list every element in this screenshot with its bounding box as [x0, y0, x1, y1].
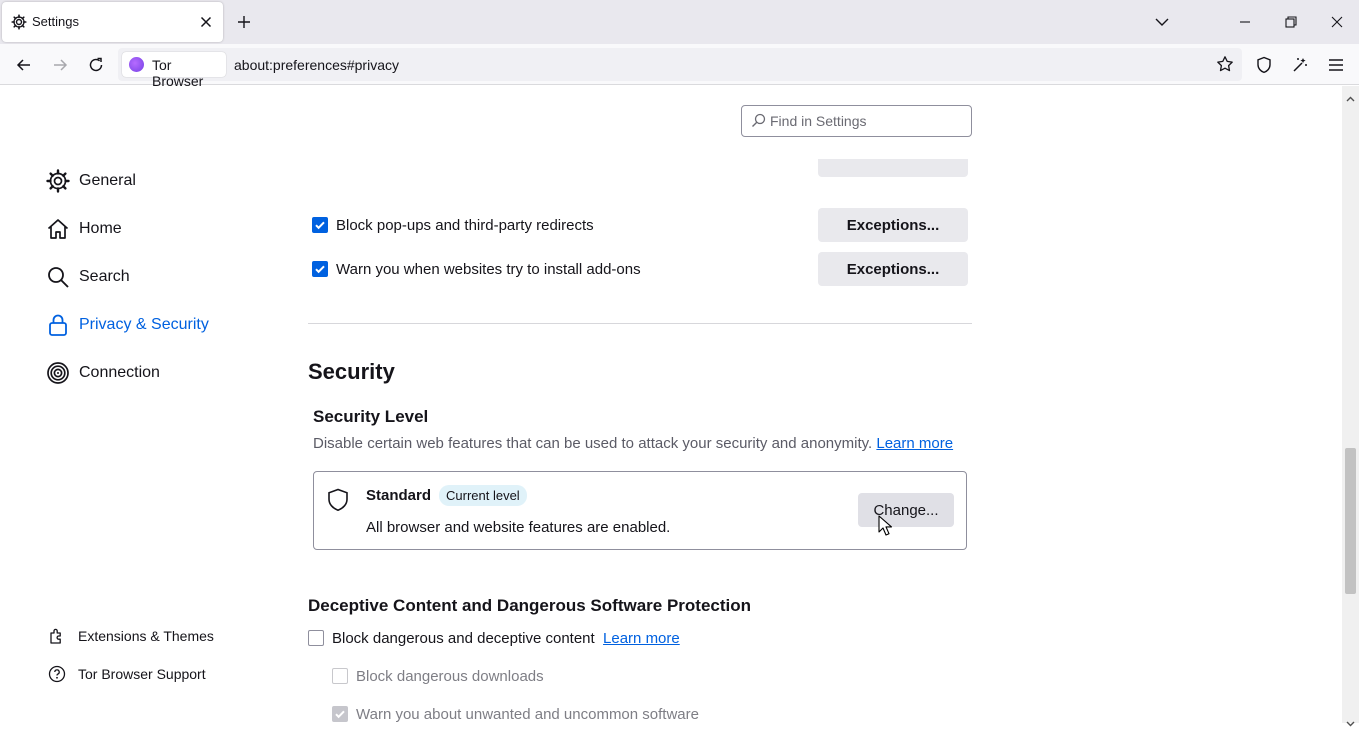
reload-icon[interactable] [83, 52, 109, 78]
new-tab-icon[interactable] [233, 11, 255, 33]
shield-icon[interactable] [1251, 52, 1277, 78]
change-security-level-button[interactable]: Change... [858, 493, 954, 527]
search-icon [45, 264, 71, 290]
sidebar-item-privacy-security[interactable]: Privacy & Security [45, 309, 209, 341]
url-bar[interactable]: Tor Browser about:preferences#privacy [118, 48, 1242, 89]
block-downloads-checkbox[interactable] [332, 668, 348, 684]
block-popups-label: Block pop-ups and third-party redirects [336, 217, 594, 234]
warn-unwanted-checkbox[interactable] [332, 706, 348, 722]
warn-addons-checkbox[interactable] [312, 261, 328, 277]
back-arrow-icon[interactable] [11, 52, 37, 78]
security-heading: Security [308, 359, 395, 384]
sidebar-item-label: Privacy & Security [79, 316, 209, 333]
identity-label: Tor Browser [152, 57, 204, 89]
lock-icon [45, 312, 71, 338]
current-level-badge: Current level [439, 485, 527, 506]
tor-logo-icon [129, 57, 144, 72]
security-level-name: Standard [366, 487, 432, 504]
deceptive-learn-more-link[interactable]: Learn more [603, 630, 680, 647]
sidebar-item-label: Search [79, 268, 130, 285]
warn-addons-label: Warn you when websites try to install ad… [336, 261, 641, 278]
find-in-settings[interactable] [741, 105, 972, 137]
forward-arrow-icon[interactable] [47, 52, 73, 78]
close-window-icon[interactable] [1323, 8, 1351, 36]
deceptive-heading: Deceptive Content and Dangerous Software… [308, 596, 752, 615]
support-label: Tor Browser Support [78, 666, 206, 682]
addon-exceptions-button[interactable]: Exceptions... [818, 252, 968, 286]
shield-icon [327, 488, 349, 517]
puzzle-icon [48, 627, 66, 645]
sidebar-footer-support[interactable]: Tor Browser Support [45, 662, 206, 686]
security-learn-more-link[interactable]: Learn more [876, 435, 953, 452]
sidebar-item-label: Home [79, 220, 122, 237]
help-icon [48, 665, 66, 683]
sidebar-item-label: General [79, 172, 136, 189]
search-input[interactable] [770, 111, 966, 131]
home-icon [45, 216, 71, 242]
page-scrollbar[interactable] [1342, 86, 1359, 727]
list-all-tabs-icon[interactable] [1148, 8, 1176, 36]
sidebar-footer-extensions[interactable]: Extensions & Themes [45, 624, 214, 648]
block-popups-checkbox[interactable] [312, 217, 328, 233]
security-level-description: Disable certain web features that can be… [313, 435, 953, 452]
identity-box[interactable]: Tor Browser [122, 52, 226, 89]
scroll-up-arrow-icon[interactable] [1346, 89, 1355, 107]
tab-title: Settings [32, 14, 79, 29]
sidebar-item-search[interactable]: Search [45, 261, 130, 293]
gear-icon [45, 168, 71, 194]
scroll-clip [0, 146, 1342, 159]
mouse-cursor-icon [878, 515, 893, 541]
menu-hamburger-icon[interactable] [1323, 52, 1349, 78]
security-level-card: Standard Current level All browser and w… [313, 471, 967, 550]
bookmark-star-icon[interactable] [1212, 51, 1238, 77]
scrollbar-thumb[interactable] [1345, 448, 1356, 594]
sidebar-item-general[interactable]: General [45, 165, 136, 197]
sidebar-item-home[interactable]: Home [45, 213, 122, 245]
extensions-themes-label: Extensions & Themes [78, 628, 214, 644]
tab-strip: Settings [0, 0, 1359, 44]
restore-icon[interactable] [1277, 8, 1305, 36]
search-icon [751, 113, 766, 133]
close-tab-icon[interactable] [195, 11, 217, 33]
settings-page: General Home Search Privacy & Security C… [0, 86, 1342, 723]
navigation-toolbar: Tor Browser about:preferences#privacy [0, 44, 1359, 89]
warn-unwanted-label: Warn you about unwanted and uncommon sof… [356, 706, 699, 723]
sidebar-item-label: Connection [79, 364, 160, 381]
block-dangerous-checkbox[interactable] [308, 630, 324, 646]
popup-exceptions-button[interactable]: Exceptions... [818, 208, 968, 242]
block-dangerous-label: Block dangerous and deceptive content [332, 630, 595, 647]
onion-icon [45, 360, 71, 386]
scroll-down-arrow-icon[interactable] [1346, 714, 1355, 732]
sidebar-item-connection[interactable]: Connection [45, 357, 160, 389]
block-downloads-label: Block dangerous downloads [356, 668, 544, 685]
description-text: Disable certain web features that can be… [313, 435, 873, 452]
section-divider [308, 323, 972, 324]
tab-settings[interactable]: Settings [2, 2, 223, 42]
minimize-icon[interactable] [1231, 8, 1259, 36]
security-level-detail: All browser and website features are ena… [366, 519, 671, 536]
gear-icon [11, 14, 27, 35]
block-dangerous-row: Block dangerous and deceptive content Le… [332, 630, 680, 647]
security-level-heading: Security Level [313, 407, 429, 426]
url-text[interactable]: about:preferences#privacy [234, 57, 399, 73]
new-identity-icon[interactable] [1287, 52, 1313, 78]
